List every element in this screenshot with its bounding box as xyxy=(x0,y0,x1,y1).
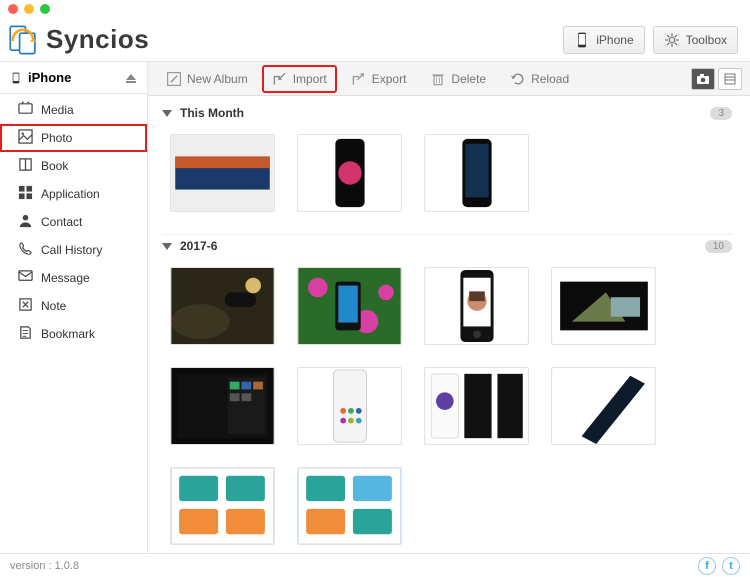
sidebar-icon xyxy=(18,241,33,259)
view-camera-button[interactable] xyxy=(691,68,715,90)
phone-icon xyxy=(10,72,22,84)
photo-thumbnail[interactable] xyxy=(551,367,656,445)
photo-gallery: This Month32017-6102017-512 xyxy=(148,96,750,553)
reload-icon xyxy=(510,71,526,87)
sidebar-device-header[interactable]: iPhone xyxy=(0,62,147,94)
import-label: Import xyxy=(293,72,327,86)
thumb-row xyxy=(162,124,732,228)
sidebar-item-call-history[interactable]: Call History xyxy=(0,236,147,264)
sidebar-icon xyxy=(18,213,33,231)
photo-thumbnail[interactable] xyxy=(297,134,402,212)
import-icon xyxy=(272,71,288,87)
app-name: Syncios xyxy=(46,24,149,55)
group-header[interactable]: This Month3 xyxy=(162,102,732,124)
sidebar-item-bookmark[interactable]: Bookmark xyxy=(0,320,147,348)
version-label: version : 1.0.8 xyxy=(10,560,79,572)
group-title: This Month xyxy=(180,106,710,120)
list-icon xyxy=(724,73,736,85)
camera-icon xyxy=(696,73,710,85)
sidebar-item-book[interactable]: Book xyxy=(0,152,147,180)
new-album-button[interactable]: New Album xyxy=(156,65,258,93)
sidebar-item-photo[interactable]: Photo xyxy=(0,124,147,152)
photo-thumbnail[interactable] xyxy=(424,267,529,345)
view-list-button[interactable] xyxy=(718,68,742,90)
trash-icon xyxy=(430,71,446,87)
sidebar-device-name: iPhone xyxy=(28,70,71,85)
reload-button[interactable]: Reload xyxy=(500,65,579,93)
group-count-badge: 3 xyxy=(710,107,732,120)
sidebar-item-label: Contact xyxy=(41,215,82,229)
photo-thumbnail[interactable] xyxy=(297,467,402,545)
delete-label: Delete xyxy=(451,72,486,86)
sidebar-icon xyxy=(18,325,33,343)
sidebar-item-label: Photo xyxy=(41,131,72,145)
facebook-icon[interactable]: f xyxy=(698,557,716,575)
group-header[interactable]: 2017-610 xyxy=(162,235,732,257)
toolbar: New Album Import Export Delete Reload xyxy=(148,62,750,96)
new-album-label: New Album xyxy=(187,72,248,86)
phone-icon xyxy=(574,32,590,48)
gallery-group: This Month3 xyxy=(162,102,732,228)
sidebar-item-message[interactable]: Message xyxy=(0,264,147,292)
sidebar-item-contact[interactable]: Contact xyxy=(0,208,147,236)
photo-thumbnail[interactable] xyxy=(551,267,656,345)
toolbox-button[interactable]: Toolbox xyxy=(653,26,738,54)
window-close-icon[interactable] xyxy=(8,4,18,14)
sidebar-item-label: Media xyxy=(41,103,74,117)
sidebar-icon xyxy=(18,101,33,119)
sidebar-icon xyxy=(18,297,33,315)
eject-icon[interactable] xyxy=(125,72,137,84)
group-count-badge: 10 xyxy=(705,240,732,253)
pencil-square-icon xyxy=(166,71,182,87)
app-logo: Syncios xyxy=(6,23,149,57)
sidebar-icon xyxy=(18,269,33,287)
photo-thumbnail[interactable] xyxy=(170,134,275,212)
gallery-group: 2017-610 xyxy=(162,235,732,553)
photo-thumbnail[interactable] xyxy=(297,367,402,445)
status-bar: version : 1.0.8 f t xyxy=(0,553,750,577)
photo-thumbnail[interactable] xyxy=(170,367,275,445)
sidebar-item-label: Note xyxy=(41,299,66,313)
device-selector-button[interactable]: iPhone xyxy=(563,26,644,54)
disclosure-triangle-icon xyxy=(162,110,172,117)
export-label: Export xyxy=(372,72,407,86)
gear-icon xyxy=(664,32,680,48)
sidebar-item-label: Book xyxy=(41,159,68,173)
sidebar-item-label: Message xyxy=(41,271,90,285)
export-button[interactable]: Export xyxy=(341,65,417,93)
photo-thumbnail[interactable] xyxy=(297,267,402,345)
sidebar-icon xyxy=(18,185,33,203)
sidebar-item-media[interactable]: Media xyxy=(0,96,147,124)
import-button[interactable]: Import xyxy=(262,65,337,93)
reload-label: Reload xyxy=(531,72,569,86)
sidebar-item-label: Bookmark xyxy=(41,327,95,341)
window-zoom-icon[interactable] xyxy=(40,4,50,14)
photo-thumbnail[interactable] xyxy=(424,134,529,212)
group-title: 2017-6 xyxy=(180,239,705,253)
window-minimize-icon[interactable] xyxy=(24,4,34,14)
disclosure-triangle-icon xyxy=(162,243,172,250)
twitter-icon[interactable]: t xyxy=(722,557,740,575)
sidebar: iPhone Media Photo Book Application Contact C… xyxy=(0,62,148,553)
sidebar-item-note[interactable]: Note xyxy=(0,292,147,320)
sidebar-icon xyxy=(18,129,33,147)
photo-thumbnail[interactable] xyxy=(170,467,275,545)
sidebar-item-application[interactable]: Application xyxy=(0,180,147,208)
photo-thumbnail[interactable] xyxy=(424,367,529,445)
sidebar-icon xyxy=(18,157,33,175)
sidebar-item-label: Call History xyxy=(41,243,102,257)
sidebar-item-label: Application xyxy=(41,187,100,201)
thumb-row xyxy=(162,257,732,553)
photo-thumbnail[interactable] xyxy=(170,267,275,345)
syncios-logo-icon xyxy=(6,23,40,57)
app-header: Syncios iPhone Toolbox xyxy=(0,18,750,62)
export-icon xyxy=(351,71,367,87)
delete-button[interactable]: Delete xyxy=(420,65,496,93)
toolbox-label: Toolbox xyxy=(686,33,727,47)
device-selector-label: iPhone xyxy=(596,33,633,47)
